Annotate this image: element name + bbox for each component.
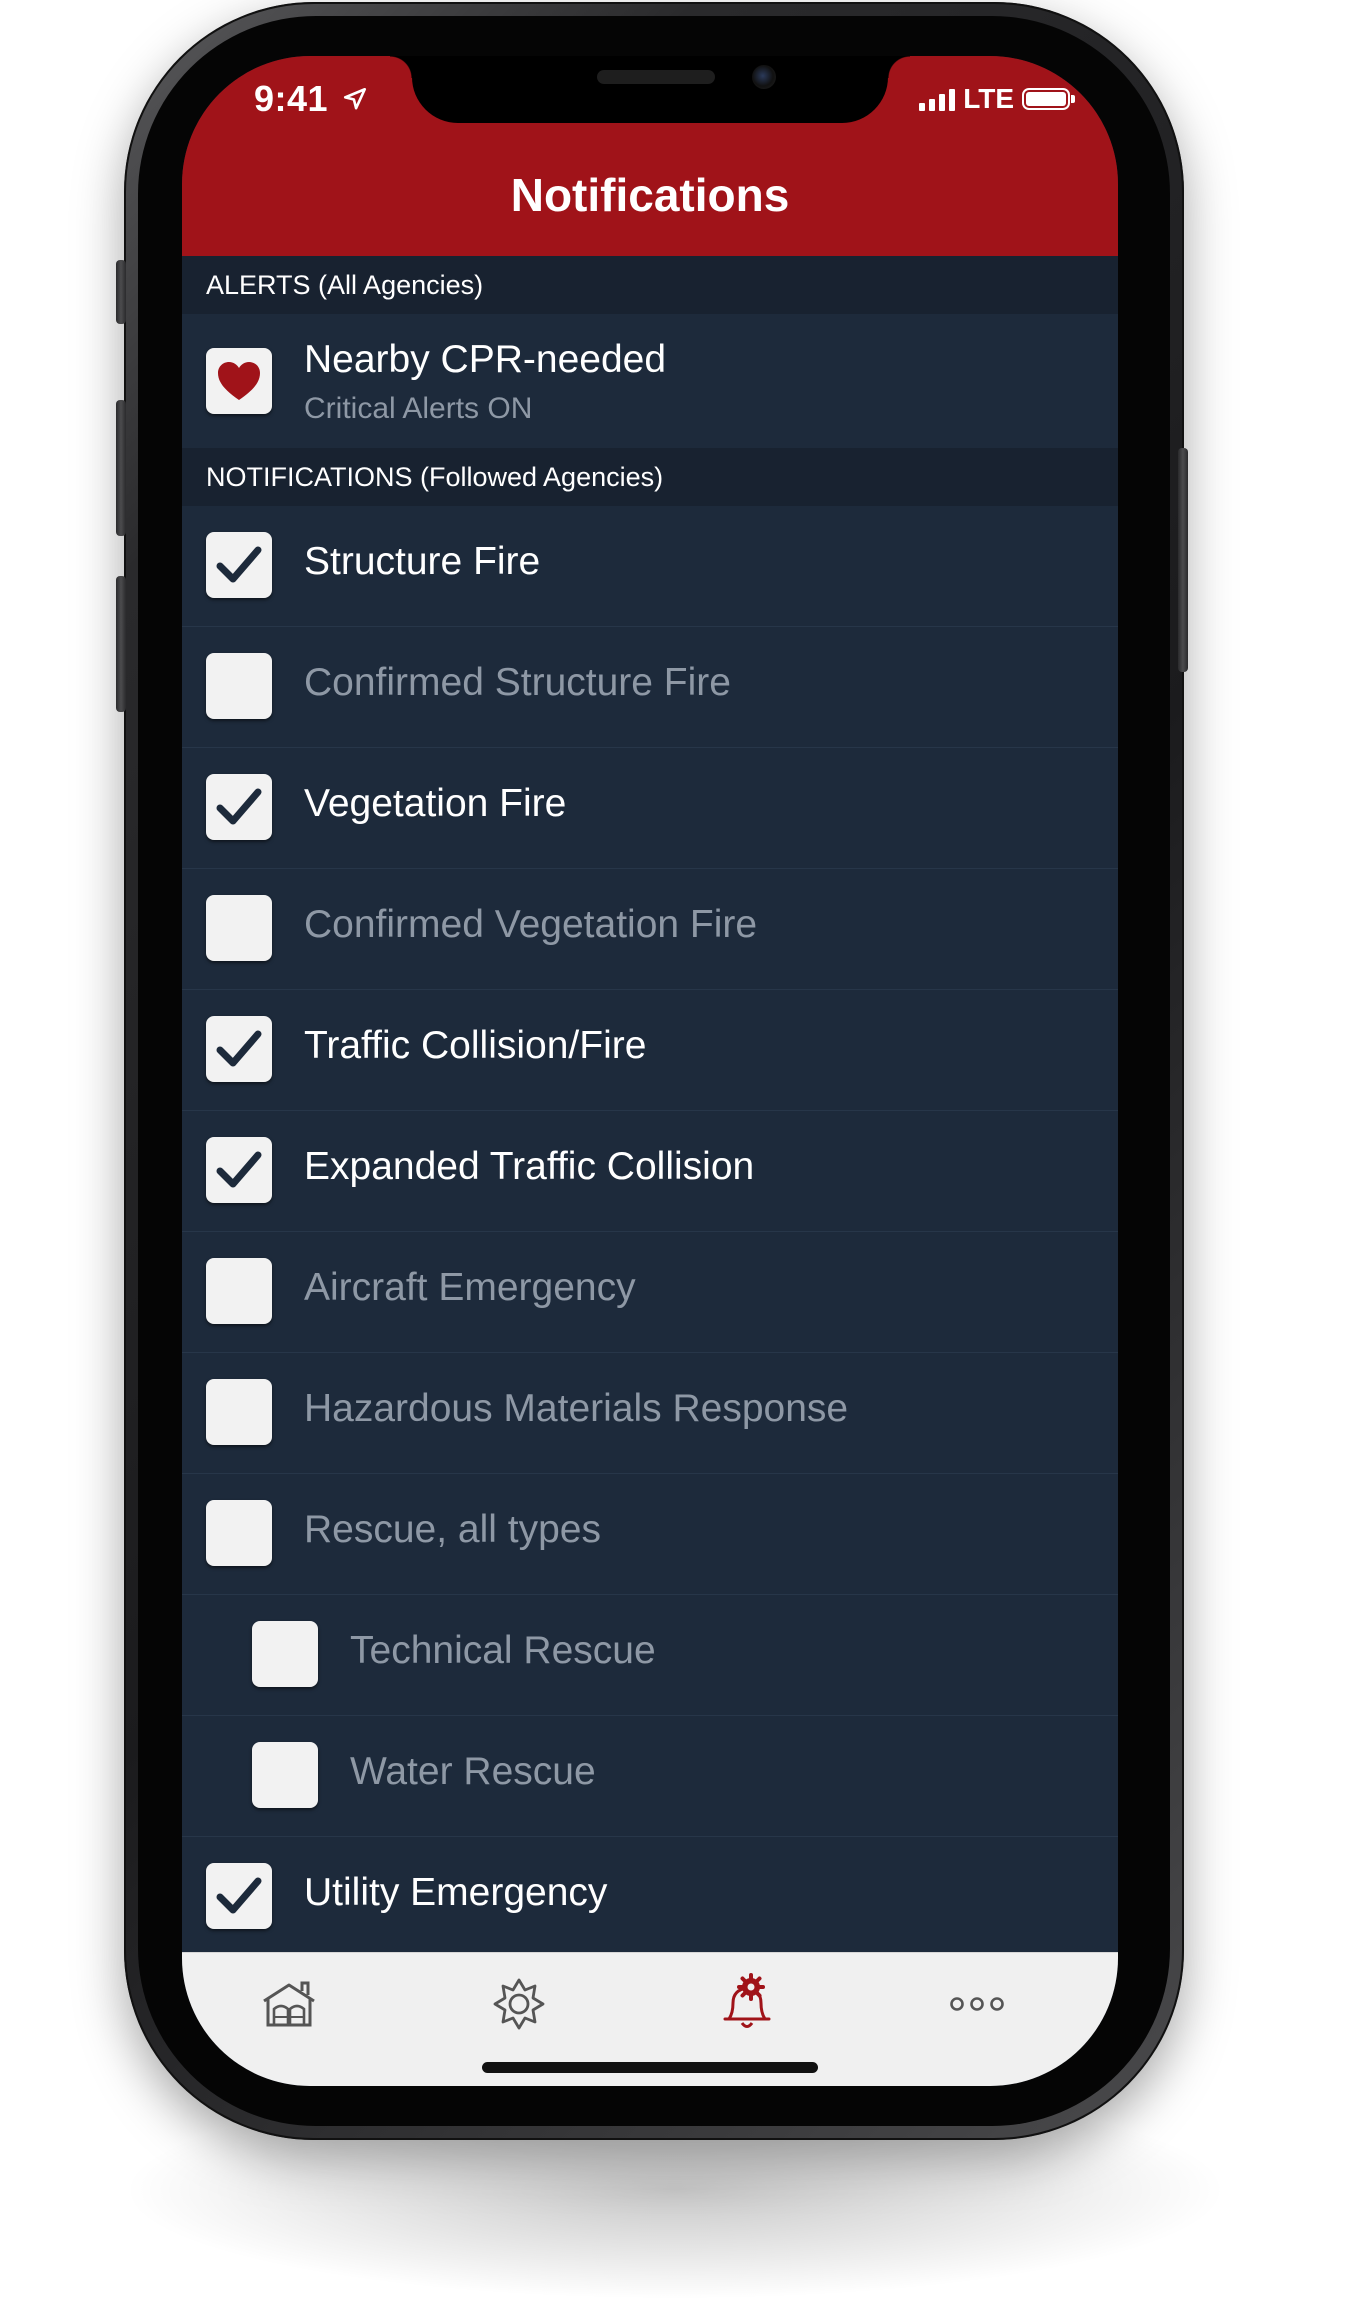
app-screen: 9:41 LTE Notifications ALERTS (All Agenc… — [182, 56, 1118, 2086]
checkbox-unchecked[interactable] — [206, 653, 272, 719]
tab-fire-station[interactable] — [254, 1969, 324, 2039]
notification-row[interactable]: Technical Rescue — [182, 1595, 1118, 1716]
heart-icon — [206, 348, 272, 414]
phone-mute-switch — [116, 260, 126, 324]
tab-notifications[interactable] — [712, 1969, 782, 2039]
notifications-section-header: NOTIFICATIONS (Followed Agencies) — [182, 448, 1118, 506]
status-right-group: LTE — [919, 83, 1075, 114]
earpiece-speaker — [597, 70, 715, 84]
notification-row-label: Traffic Collision/Fire — [304, 1024, 647, 1067]
phone-volume-up-button — [116, 400, 126, 536]
checkmark-icon — [216, 1151, 262, 1188]
checkbox-unchecked[interactable] — [206, 1258, 272, 1324]
cpr-alert-subtitle: Critical Alerts ON — [304, 392, 533, 425]
more-dots-icon — [950, 1997, 1004, 2011]
checkbox-checked[interactable] — [206, 774, 272, 840]
notification-row[interactable]: Rescue, all types — [182, 1474, 1118, 1595]
checkbox-checked[interactable] — [206, 532, 272, 598]
checkmark-icon — [216, 546, 262, 583]
checkbox-unchecked[interactable] — [206, 1379, 272, 1445]
phone-volume-down-button — [116, 576, 126, 712]
notification-row-label: Rescue, all types — [304, 1508, 601, 1551]
notification-row-label: Confirmed Vegetation Fire — [304, 903, 758, 946]
checkbox-checked[interactable] — [206, 1137, 272, 1203]
notification-row-label: Confirmed Structure Fire — [304, 661, 731, 704]
checkbox-checked[interactable] — [206, 1863, 272, 1929]
notification-row-label: Technical Rescue — [350, 1629, 656, 1672]
checkbox-unchecked[interactable] — [206, 895, 272, 961]
notification-row-label: Hazardous Materials Response — [304, 1387, 849, 1430]
notification-row[interactable]: Confirmed Structure Fire — [182, 627, 1118, 748]
checkmark-icon — [216, 788, 262, 825]
checkbox-checked[interactable] — [206, 1016, 272, 1082]
page-title: Notifications — [510, 169, 790, 221]
checkbox-unchecked[interactable] — [252, 1742, 318, 1808]
status-time: 9:41 — [254, 78, 329, 119]
notification-row[interactable]: Traffic Collision/Fire — [182, 990, 1118, 1111]
notification-row-label: Utility Emergency — [304, 1871, 608, 1914]
tab-agencies[interactable] — [484, 1969, 554, 2039]
checkmark-icon — [216, 1877, 262, 1914]
notification-row[interactable]: Structure Fire — [182, 506, 1118, 627]
checkbox-unchecked[interactable] — [206, 1500, 272, 1566]
notification-row-label: Aircraft Emergency — [304, 1266, 636, 1309]
checkbox-unchecked[interactable] — [252, 1621, 318, 1687]
location-arrow-icon — [343, 87, 367, 110]
notification-row-label: Expanded Traffic Collision — [304, 1145, 755, 1188]
notification-row[interactable]: Aircraft Emergency — [182, 1232, 1118, 1353]
notification-row-label: Water Rescue — [350, 1750, 596, 1793]
notification-row[interactable]: Water Rescue — [182, 1716, 1118, 1837]
notification-row[interactable]: Utility Emergency — [182, 1837, 1118, 1958]
notification-row[interactable]: Vegetation Fire — [182, 748, 1118, 869]
front-camera — [752, 65, 776, 89]
notification-row-label: Structure Fire — [304, 540, 541, 583]
cpr-alert-row[interactable]: Nearby CPR-needed Critical Alerts ON — [182, 314, 1118, 448]
notification-row[interactable]: Confirmed Vegetation Fire — [182, 869, 1118, 990]
notification-bell-gear-icon — [723, 1973, 771, 2028]
phone-power-button — [1178, 448, 1188, 672]
fire-department-badge-icon — [493, 1978, 545, 2030]
fire-station-icon — [263, 1981, 315, 2027]
notification-row[interactable]: Hazardous Materials Response — [182, 1353, 1118, 1474]
settings-list: ALERTS (All Agencies) Nearby CPR-needed … — [182, 256, 1118, 1958]
battery-icon — [1022, 88, 1075, 110]
tab-more[interactable] — [942, 1969, 1012, 2039]
notification-type-list: Structure Fire Confirmed Structure Fire Ve… — [182, 506, 1118, 1958]
network-type: LTE — [963, 83, 1014, 114]
notification-row[interactable]: Expanded Traffic Collision — [182, 1111, 1118, 1232]
device-notch — [390, 56, 910, 123]
notification-row-label: Vegetation Fire — [304, 782, 567, 825]
cpr-alert-title: Nearby CPR-needed — [304, 338, 667, 381]
alerts-section-header: ALERTS (All Agencies) — [182, 256, 1118, 314]
home-indicator[interactable] — [482, 2062, 818, 2073]
signal-bars-icon — [919, 87, 956, 111]
checkmark-icon — [216, 1030, 262, 1067]
